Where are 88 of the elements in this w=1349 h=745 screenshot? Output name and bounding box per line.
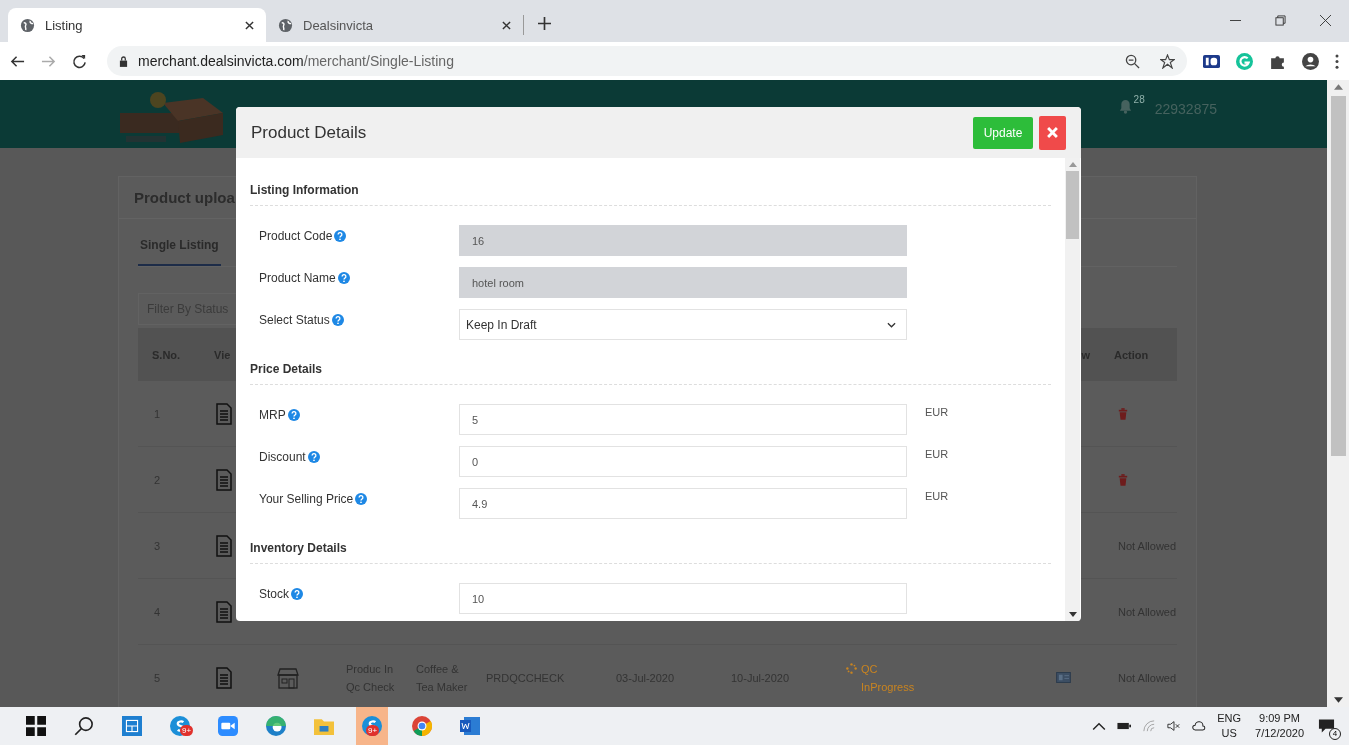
chrome-browser-icon[interactable]	[412, 716, 432, 736]
url-text: merchant.dealsinvicta.com/merchant/Single-Listing	[138, 53, 454, 69]
grammar-extension-icon[interactable]	[1236, 52, 1253, 70]
currency-unit: EUR	[925, 448, 949, 460]
search-icon[interactable]	[74, 716, 94, 736]
section-title: Price Details	[250, 362, 1051, 385]
scroll-up-icon[interactable]	[1068, 162, 1077, 167]
notification-count: 4	[1329, 728, 1341, 740]
id-extension-icon[interactable]	[1203, 52, 1220, 70]
close-icon[interactable]	[1320, 15, 1331, 26]
help-icon[interactable]	[337, 272, 350, 284]
clock-time[interactable]: 9:09 PM	[1259, 711, 1300, 726]
cloud-icon[interactable]	[1192, 720, 1207, 732]
field-label: Product Code	[259, 229, 333, 243]
zoom-out-icon[interactable]	[1125, 53, 1140, 69]
notification-badge: 9+	[180, 725, 194, 736]
scroll-thumb[interactable]	[1066, 171, 1079, 239]
scroll-thumb[interactable]	[1330, 96, 1346, 456]
address-bar[interactable]: merchant.dealsinvicta.com/merchant/Single-Listing	[107, 46, 1187, 76]
status-select[interactable]: Keep In Draft	[459, 309, 907, 340]
notification-count: 28	[1133, 94, 1145, 105]
wifi-icon[interactable]	[1142, 720, 1157, 732]
region-text[interactable]: US	[1221, 726, 1237, 741]
video-camera-icon[interactable]	[218, 716, 238, 736]
restore-icon[interactable]	[1275, 15, 1286, 26]
notification-badge: 9+	[366, 725, 380, 736]
dialog-title: Product Details	[251, 122, 367, 143]
help-icon[interactable]	[307, 451, 320, 463]
bell-icon[interactable]	[1118, 99, 1132, 114]
calculator-icon[interactable]	[122, 716, 142, 736]
star-icon[interactable]	[1160, 53, 1175, 69]
word-icon[interactable]	[460, 716, 480, 736]
close-icon[interactable]	[502, 20, 511, 30]
field-label: Stock	[259, 587, 289, 601]
help-icon[interactable]	[291, 588, 303, 600]
close-icon	[1047, 127, 1058, 138]
chevron-up-icon[interactable]	[1092, 720, 1107, 732]
speaker-muted-icon[interactable]	[1167, 720, 1182, 732]
document-icon[interactable]	[216, 534, 232, 557]
input-field[interactable]: 0	[459, 446, 907, 477]
document-icon[interactable]	[216, 666, 232, 689]
close-button[interactable]	[1039, 115, 1066, 150]
scroll-up-icon[interactable]	[1333, 84, 1343, 90]
input-field[interactable]: 4.9	[459, 488, 907, 519]
section-title: Inventory Details	[250, 541, 1051, 564]
field-label: Product Name	[259, 271, 336, 285]
menu-icon[interactable]	[1335, 53, 1339, 69]
dialog-scrollbar[interactable]	[1065, 158, 1080, 621]
battery-icon[interactable]	[1117, 720, 1132, 732]
field-label: Select Status	[259, 313, 330, 327]
document-icon[interactable]	[216, 600, 232, 623]
currency-unit: EUR	[925, 406, 949, 418]
close-icon[interactable]	[245, 20, 254, 30]
document-icon[interactable]	[216, 402, 232, 425]
id-card-icon[interactable]	[1056, 672, 1071, 683]
browser-tab[interactable]: Dealsinvicta	[266, 15, 524, 35]
input-field[interactable]: 10	[459, 583, 907, 614]
field-label: MRP	[259, 408, 286, 422]
section-title: Listing Information	[250, 183, 1051, 206]
profile-icon[interactable]	[1302, 52, 1319, 70]
new-tab-icon[interactable]	[538, 17, 551, 30]
help-icon[interactable]	[355, 493, 368, 505]
help-icon[interactable]	[331, 314, 344, 326]
currency-unit: EUR	[925, 490, 949, 502]
globe-icon	[20, 17, 35, 33]
spinner-icon	[846, 662, 857, 674]
page-scrollbar[interactable]	[1327, 80, 1349, 707]
status-text: QC InProgress	[861, 661, 916, 695]
help-icon[interactable]	[287, 409, 300, 421]
field-label: Discount	[259, 450, 306, 464]
clock-date[interactable]: 7/12/2020	[1255, 726, 1304, 741]
input-field[interactable]: 5	[459, 404, 907, 435]
help-icon[interactable]	[334, 230, 347, 242]
browser-tab[interactable]: Listing	[8, 8, 266, 42]
scroll-down-icon[interactable]	[1068, 612, 1077, 617]
reload-icon[interactable]	[72, 53, 87, 69]
store-icon	[276, 666, 300, 689]
notification-center-icon[interactable]	[1318, 718, 1335, 734]
windows-start-icon[interactable]	[26, 716, 46, 736]
browser-icon[interactable]	[266, 716, 286, 736]
scroll-down-icon[interactable]	[1333, 697, 1343, 703]
globe-icon	[278, 17, 293, 33]
language-text[interactable]: ENG	[1217, 711, 1242, 726]
lock-icon	[119, 55, 128, 67]
folder-icon[interactable]	[314, 716, 334, 736]
document-icon[interactable]	[216, 468, 232, 491]
chevron-icon	[887, 321, 896, 328]
field-label: Your Selling Price	[259, 492, 354, 506]
